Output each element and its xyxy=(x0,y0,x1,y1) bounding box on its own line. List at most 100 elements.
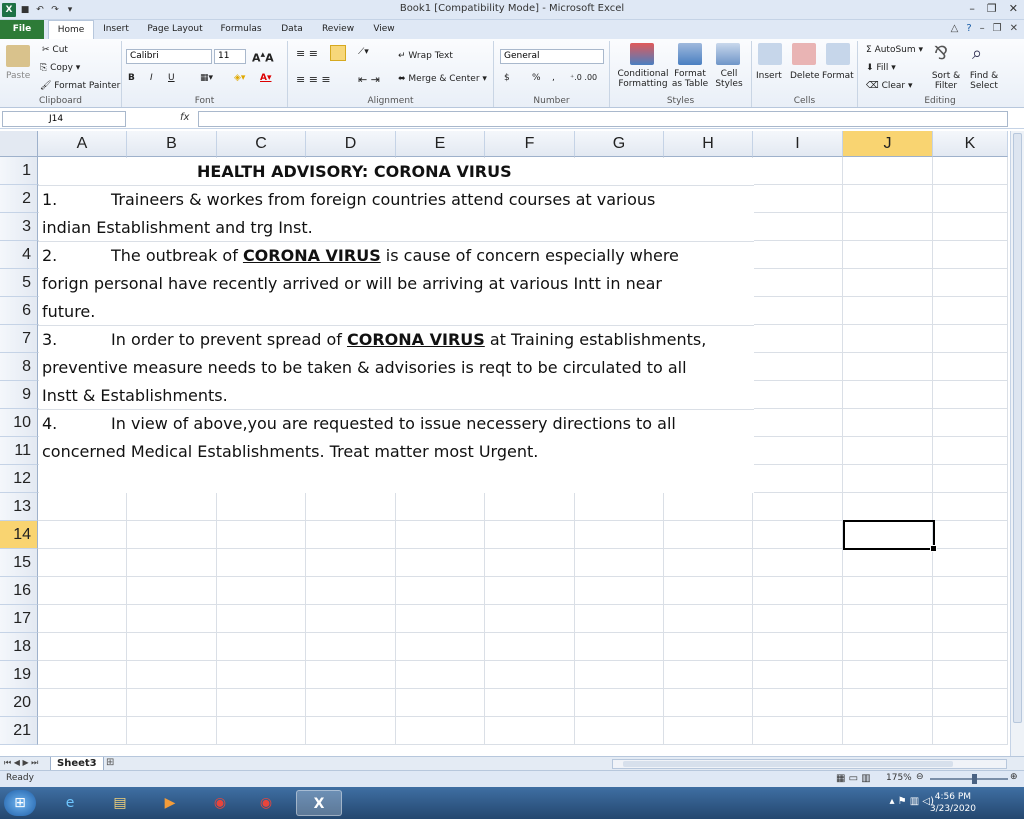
align-top-icon[interactable]: ≡ ≡ xyxy=(296,47,318,60)
underline-button[interactable]: U xyxy=(168,73,175,83)
close-icon[interactable]: ✕ xyxy=(1009,2,1018,15)
excel-taskbar-icon[interactable]: X xyxy=(296,790,342,816)
view-buttons-icon[interactable]: ▦ ▭ ▥ xyxy=(836,773,871,784)
column-header-k[interactable]: K xyxy=(933,131,1008,157)
zoom-level[interactable]: 175% xyxy=(886,773,912,783)
column-header-d[interactable]: D xyxy=(306,131,396,157)
fill-color-icon[interactable]: ◈▾ xyxy=(234,73,245,83)
column-header-g[interactable]: G xyxy=(575,131,664,157)
row-header-18[interactable]: 18 xyxy=(0,633,38,661)
row-header-15[interactable]: 15 xyxy=(0,549,38,577)
tab-home[interactable]: Home xyxy=(48,20,94,40)
copy-button[interactable]: ⎘ Copy ▾ xyxy=(40,63,80,73)
row-header-3[interactable]: 3 xyxy=(0,213,38,241)
tab-view[interactable]: View xyxy=(368,20,400,39)
row-header-6[interactable]: 6 xyxy=(0,297,38,325)
column-header-b[interactable]: B xyxy=(127,131,217,157)
column-header-j[interactable]: J xyxy=(843,131,933,157)
clear-button[interactable]: ⌫ Clear ▾ xyxy=(866,81,913,91)
row-header-4[interactable]: 4 xyxy=(0,241,38,269)
tab-review[interactable]: Review xyxy=(318,20,358,39)
decimal-icon[interactable]: ⁺.0 .00 xyxy=(570,73,597,82)
row-header-10[interactable]: 10 xyxy=(0,409,38,437)
restore-icon[interactable]: ❐ xyxy=(987,2,997,15)
row-header-5[interactable]: 5 xyxy=(0,269,38,297)
number-format-select[interactable]: General xyxy=(500,49,604,64)
tab-file[interactable]: File xyxy=(0,20,44,39)
row-header-14[interactable]: 14 xyxy=(0,521,38,549)
grow-font-icon[interactable]: A▴A xyxy=(252,49,274,65)
insert-cells-button[interactable]: Insert xyxy=(756,71,782,81)
tab-insert[interactable]: Insert xyxy=(100,20,132,39)
paste-button[interactable]: Paste xyxy=(6,71,30,81)
fill-button[interactable]: ⬇ Fill ▾ xyxy=(866,63,896,73)
font-size-select[interactable]: 11 xyxy=(214,49,246,64)
currency-button[interactable]: $ xyxy=(504,73,510,83)
tab-data[interactable]: Data xyxy=(278,20,306,39)
row-header-9[interactable]: 9 xyxy=(0,381,38,409)
sort-filter-button[interactable]: Sort & Filter xyxy=(928,71,964,91)
merge-center-button[interactable]: ⬌ Merge & Center ▾ xyxy=(398,74,487,84)
vertical-scrollbar[interactable] xyxy=(1010,131,1024,757)
wb-restore-icon[interactable]: ❐ xyxy=(993,23,1002,34)
row-header-17[interactable]: 17 xyxy=(0,605,38,633)
percent-button[interactable]: % xyxy=(532,73,541,83)
zoom-slider-thumb[interactable] xyxy=(972,774,977,784)
sheet-nav-icons[interactable]: ⏮ ◀ ▶ ⏭ xyxy=(4,758,38,768)
column-header-h[interactable]: H xyxy=(664,131,753,157)
row-header-8[interactable]: 8 xyxy=(0,353,38,381)
indent-icon[interactable]: ⇤ ⇥ xyxy=(358,73,380,86)
select-all-button[interactable] xyxy=(0,131,38,157)
format-as-table-button[interactable]: Format as Table xyxy=(670,69,710,89)
fx-icon[interactable]: fx xyxy=(180,112,189,123)
row-header-20[interactable]: 20 xyxy=(0,689,38,717)
cell-styles-icon[interactable] xyxy=(716,43,740,65)
borders-icon[interactable]: ▦▾ xyxy=(200,73,213,83)
insert-sheet-icon[interactable]: ⊞ xyxy=(106,757,114,768)
column-header-a[interactable]: A xyxy=(38,131,127,157)
find-select-button[interactable]: Find & Select xyxy=(964,71,1004,91)
italic-button[interactable]: I xyxy=(150,73,153,83)
zoom-in-icon[interactable]: ⊕ xyxy=(1010,772,1018,782)
row-header-12[interactable]: 12 xyxy=(0,465,38,493)
chrome-icon[interactable]: ◉ xyxy=(202,790,238,816)
format-cells-button[interactable]: Format xyxy=(822,71,854,81)
insert-cells-icon[interactable] xyxy=(758,43,782,65)
font-color-icon[interactable]: A▾ xyxy=(260,73,271,83)
internet-explorer-icon[interactable]: e xyxy=(52,790,88,816)
file-explorer-icon[interactable]: ▤ xyxy=(102,790,138,816)
row-header-7[interactable]: 7 xyxy=(0,325,38,353)
media-player-icon[interactable]: ▶ xyxy=(152,790,188,816)
row-header-19[interactable]: 19 xyxy=(0,661,38,689)
row-header-2[interactable]: 2 xyxy=(0,185,38,213)
format-painter-button[interactable]: 🖌 Format Painter xyxy=(40,81,120,91)
formula-input[interactable] xyxy=(198,111,1008,127)
horizontal-scrollbar[interactable] xyxy=(612,759,1007,769)
font-name-select[interactable]: Calibri xyxy=(126,49,212,64)
find-select-icon[interactable]: ⌕ xyxy=(972,43,982,64)
row-header-11[interactable]: 11 xyxy=(0,437,38,465)
active-cell-J14[interactable] xyxy=(843,520,937,552)
format-cells-icon[interactable] xyxy=(826,43,850,65)
row-header-13[interactable]: 13 xyxy=(0,493,38,521)
wb-minimize-icon[interactable]: – xyxy=(980,23,985,34)
column-header-i[interactable]: I xyxy=(753,131,843,157)
align-left-center-right-icon[interactable]: ≡ ≡ ≡ xyxy=(296,73,331,86)
cell-styles-button[interactable]: Cell Styles xyxy=(710,69,748,89)
name-box[interactable]: J14 xyxy=(2,111,126,127)
column-header-e[interactable]: E xyxy=(396,131,485,157)
comma-button[interactable]: , xyxy=(552,73,555,83)
clock[interactable]: 4:56 PM 3/23/2020 xyxy=(930,791,976,815)
row-header-16[interactable]: 16 xyxy=(0,577,38,605)
delete-cells-button[interactable]: Delete xyxy=(790,71,820,81)
conditional-formatting-icon[interactable] xyxy=(630,43,654,65)
zoom-slider[interactable] xyxy=(930,778,1008,780)
paste-icon[interactable] xyxy=(6,45,30,67)
orientation-icon[interactable]: ⟋▾ xyxy=(358,47,369,57)
wrap-text-button[interactable]: ↵ Wrap Text xyxy=(398,51,453,61)
sheet-tab-sheet3[interactable]: Sheet3 xyxy=(50,757,104,771)
wb-close-icon[interactable]: ✕ xyxy=(1010,23,1018,34)
conditional-formatting-button[interactable]: Conditional Formatting xyxy=(616,69,670,89)
horizontal-scroll-thumb[interactable] xyxy=(623,761,953,767)
minimize-icon[interactable]: – xyxy=(969,2,975,15)
